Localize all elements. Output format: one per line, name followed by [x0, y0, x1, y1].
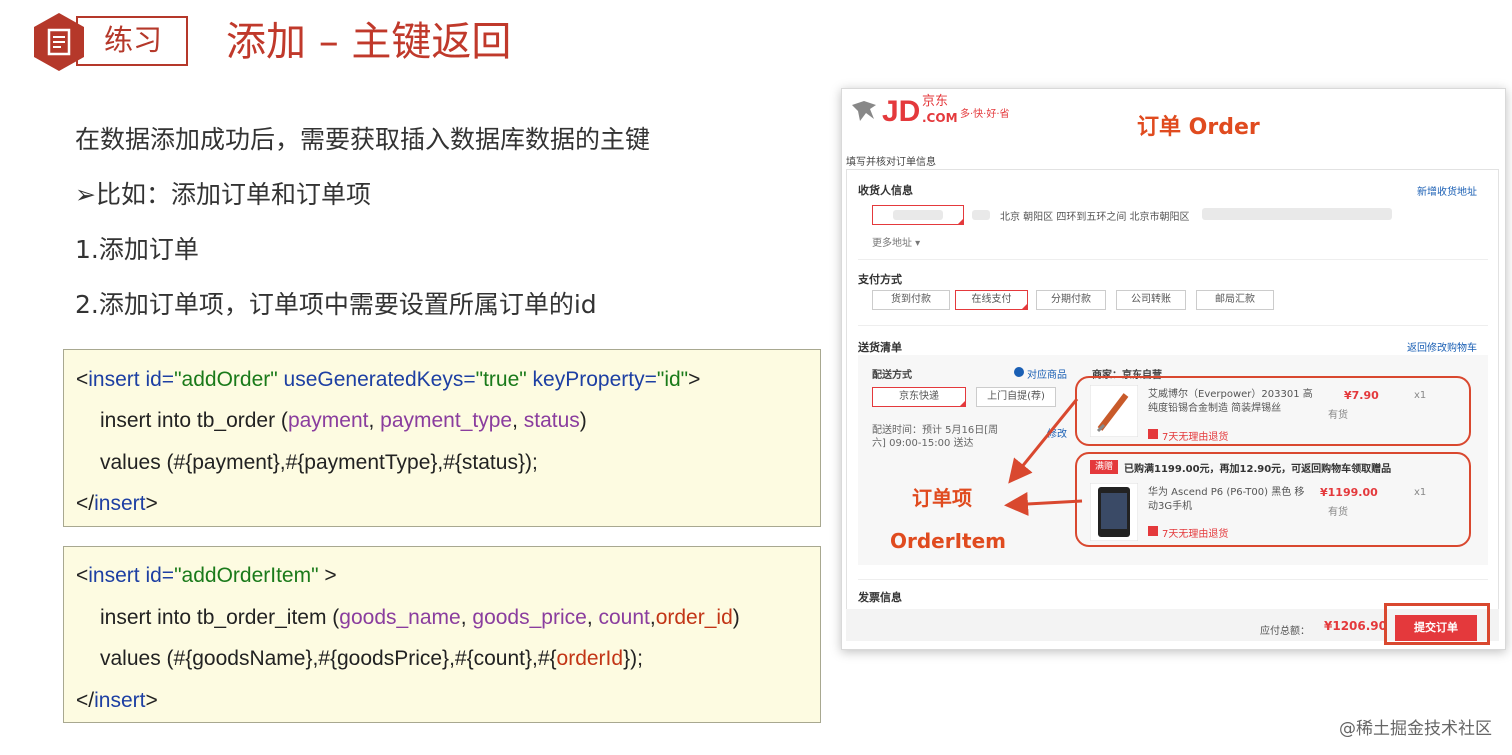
delivery-title: 配送方式 [872, 370, 912, 381]
jd-slogan: 多·快·好·省 [960, 109, 1010, 120]
item2-name: 华为 Ascend P6 (P6-T00) 黑色 移动3G手机 [1148, 487, 1305, 512]
watermark: @稀土掘金技术社区 [1339, 719, 1492, 739]
code-line: insert into tb_order (payment, payment_t… [100, 409, 587, 432]
info-icon [1014, 367, 1024, 377]
ship-option-jd[interactable]: 京东快递 [872, 387, 966, 407]
total-label: 应付总额： [1260, 626, 1310, 637]
code-line: </insert> [76, 689, 158, 712]
jd-logo: JD [882, 95, 921, 128]
item1-price: ¥7.90 [1344, 389, 1379, 402]
item1-qty: x1 [1414, 390, 1427, 401]
jd-logo-com: .COM [922, 111, 958, 125]
more-address-link[interactable]: 更多地址 ▾ [872, 234, 920, 249]
code-line: <insert id="addOrder" useGeneratedKeys="… [76, 368, 701, 391]
total-amount: ¥1206.90 [1324, 619, 1388, 633]
item2-qty: x1 [1414, 487, 1427, 498]
receiver-address: 北京 朝阳区 四环到五环之间 北京市朝阳区 [1000, 212, 1190, 223]
item1-name: 艾威博尔（Everpower）203301 高纯度铅锡合金制造 简装焊锡丝 [1148, 389, 1313, 414]
delivery-time: 配送时间：预计 5月16日[周六] 09:00-15:00 送达 [872, 425, 999, 449]
code-line: values (#{payment},#{paymentType},#{stat… [100, 451, 538, 474]
divider [858, 259, 1488, 260]
page-title: 添加 – 主键返回 [226, 19, 512, 65]
pay-option-online[interactable]: 在线支付 [955, 290, 1028, 310]
pay-option-postal[interactable]: 邮局汇款 [1196, 290, 1274, 310]
divider [858, 579, 1488, 580]
annotation-order-item-en: OrderItem [890, 529, 1007, 553]
jd-logo-cn: 京东 [922, 94, 949, 109]
pay-option-installment[interactable]: 分期付款 [1036, 290, 1106, 310]
bullet-line-4: 2.添加订单项，订单项中需要设置所属订单的id [75, 290, 597, 319]
annotation-arrows [1004, 398, 1083, 516]
solder-product-image [1090, 385, 1138, 437]
item2-price: ¥1199.00 [1320, 486, 1378, 499]
blurred-text [1202, 208, 1392, 220]
return-icon [1148, 526, 1158, 536]
promo-tag: 满赠 [1090, 460, 1118, 474]
practice-tag: 练习 [104, 23, 163, 57]
bullet-line-3: 1.添加订单 [75, 235, 199, 264]
jd-order-screenshot: JD 京东 .COM 多·快·好·省 订单 Order 填写并核对订单信息 收货… [841, 88, 1506, 650]
payment-title: 支付方式 [858, 273, 902, 286]
code-block-add-order-item: <insert id="addOrderItem" > insert into … [63, 546, 821, 723]
annotation-order: 订单 Order [1137, 115, 1260, 140]
new-address-link[interactable]: 新增收货地址 [1417, 183, 1477, 198]
item2-stock: 有货 [1328, 507, 1348, 518]
bullet-line-1: 在数据添加成功后，需要获取插入数据库数据的主键 [75, 125, 651, 154]
annotation-order-item-cn: 订单项 [912, 486, 972, 510]
promo-text: 已购满1199.00元，再加12.90元，可返回购物车领取赠品 [1124, 464, 1392, 475]
pay-option-transfer[interactable]: 公司转账 [1116, 290, 1186, 310]
code-line: <insert id="addOrderItem" > [76, 564, 337, 587]
invoice-title: 发票信息 [858, 591, 902, 604]
code-line: values (#{goodsName},#{goodsPrice},#{cou… [100, 647, 643, 670]
item2-return: 7天无理由退货 [1162, 529, 1229, 540]
divider [858, 325, 1488, 326]
return-icon [1148, 429, 1158, 439]
receiver-title: 收货人信息 [858, 184, 913, 197]
blurred-text [972, 210, 990, 220]
item1-return: 7天无理由退货 [1162, 432, 1229, 443]
code-line: insert into tb_order_item (goods_name, g… [100, 606, 740, 629]
code-line: </insert> [76, 492, 158, 515]
code-block-add-order: <insert id="addOrder" useGeneratedKeys="… [63, 349, 821, 527]
pay-option-cod[interactable]: 货到付款 [872, 290, 950, 310]
item1-stock: 有货 [1328, 410, 1348, 421]
phone-product-image [1090, 483, 1138, 541]
submit-order-button[interactable]: 提交订单 [1395, 615, 1477, 641]
fill-order-title: 填写并核对订单信息 [846, 157, 936, 168]
back-to-cart-link[interactable]: 返回修改购物车 [1407, 339, 1477, 354]
jd-dog-icon [852, 101, 876, 121]
receiver-name-button[interactable] [872, 205, 964, 225]
shipping-list-title: 送货清单 [858, 341, 902, 354]
bullet-line-2: ➢比如：添加订单和订单项 [75, 180, 371, 209]
